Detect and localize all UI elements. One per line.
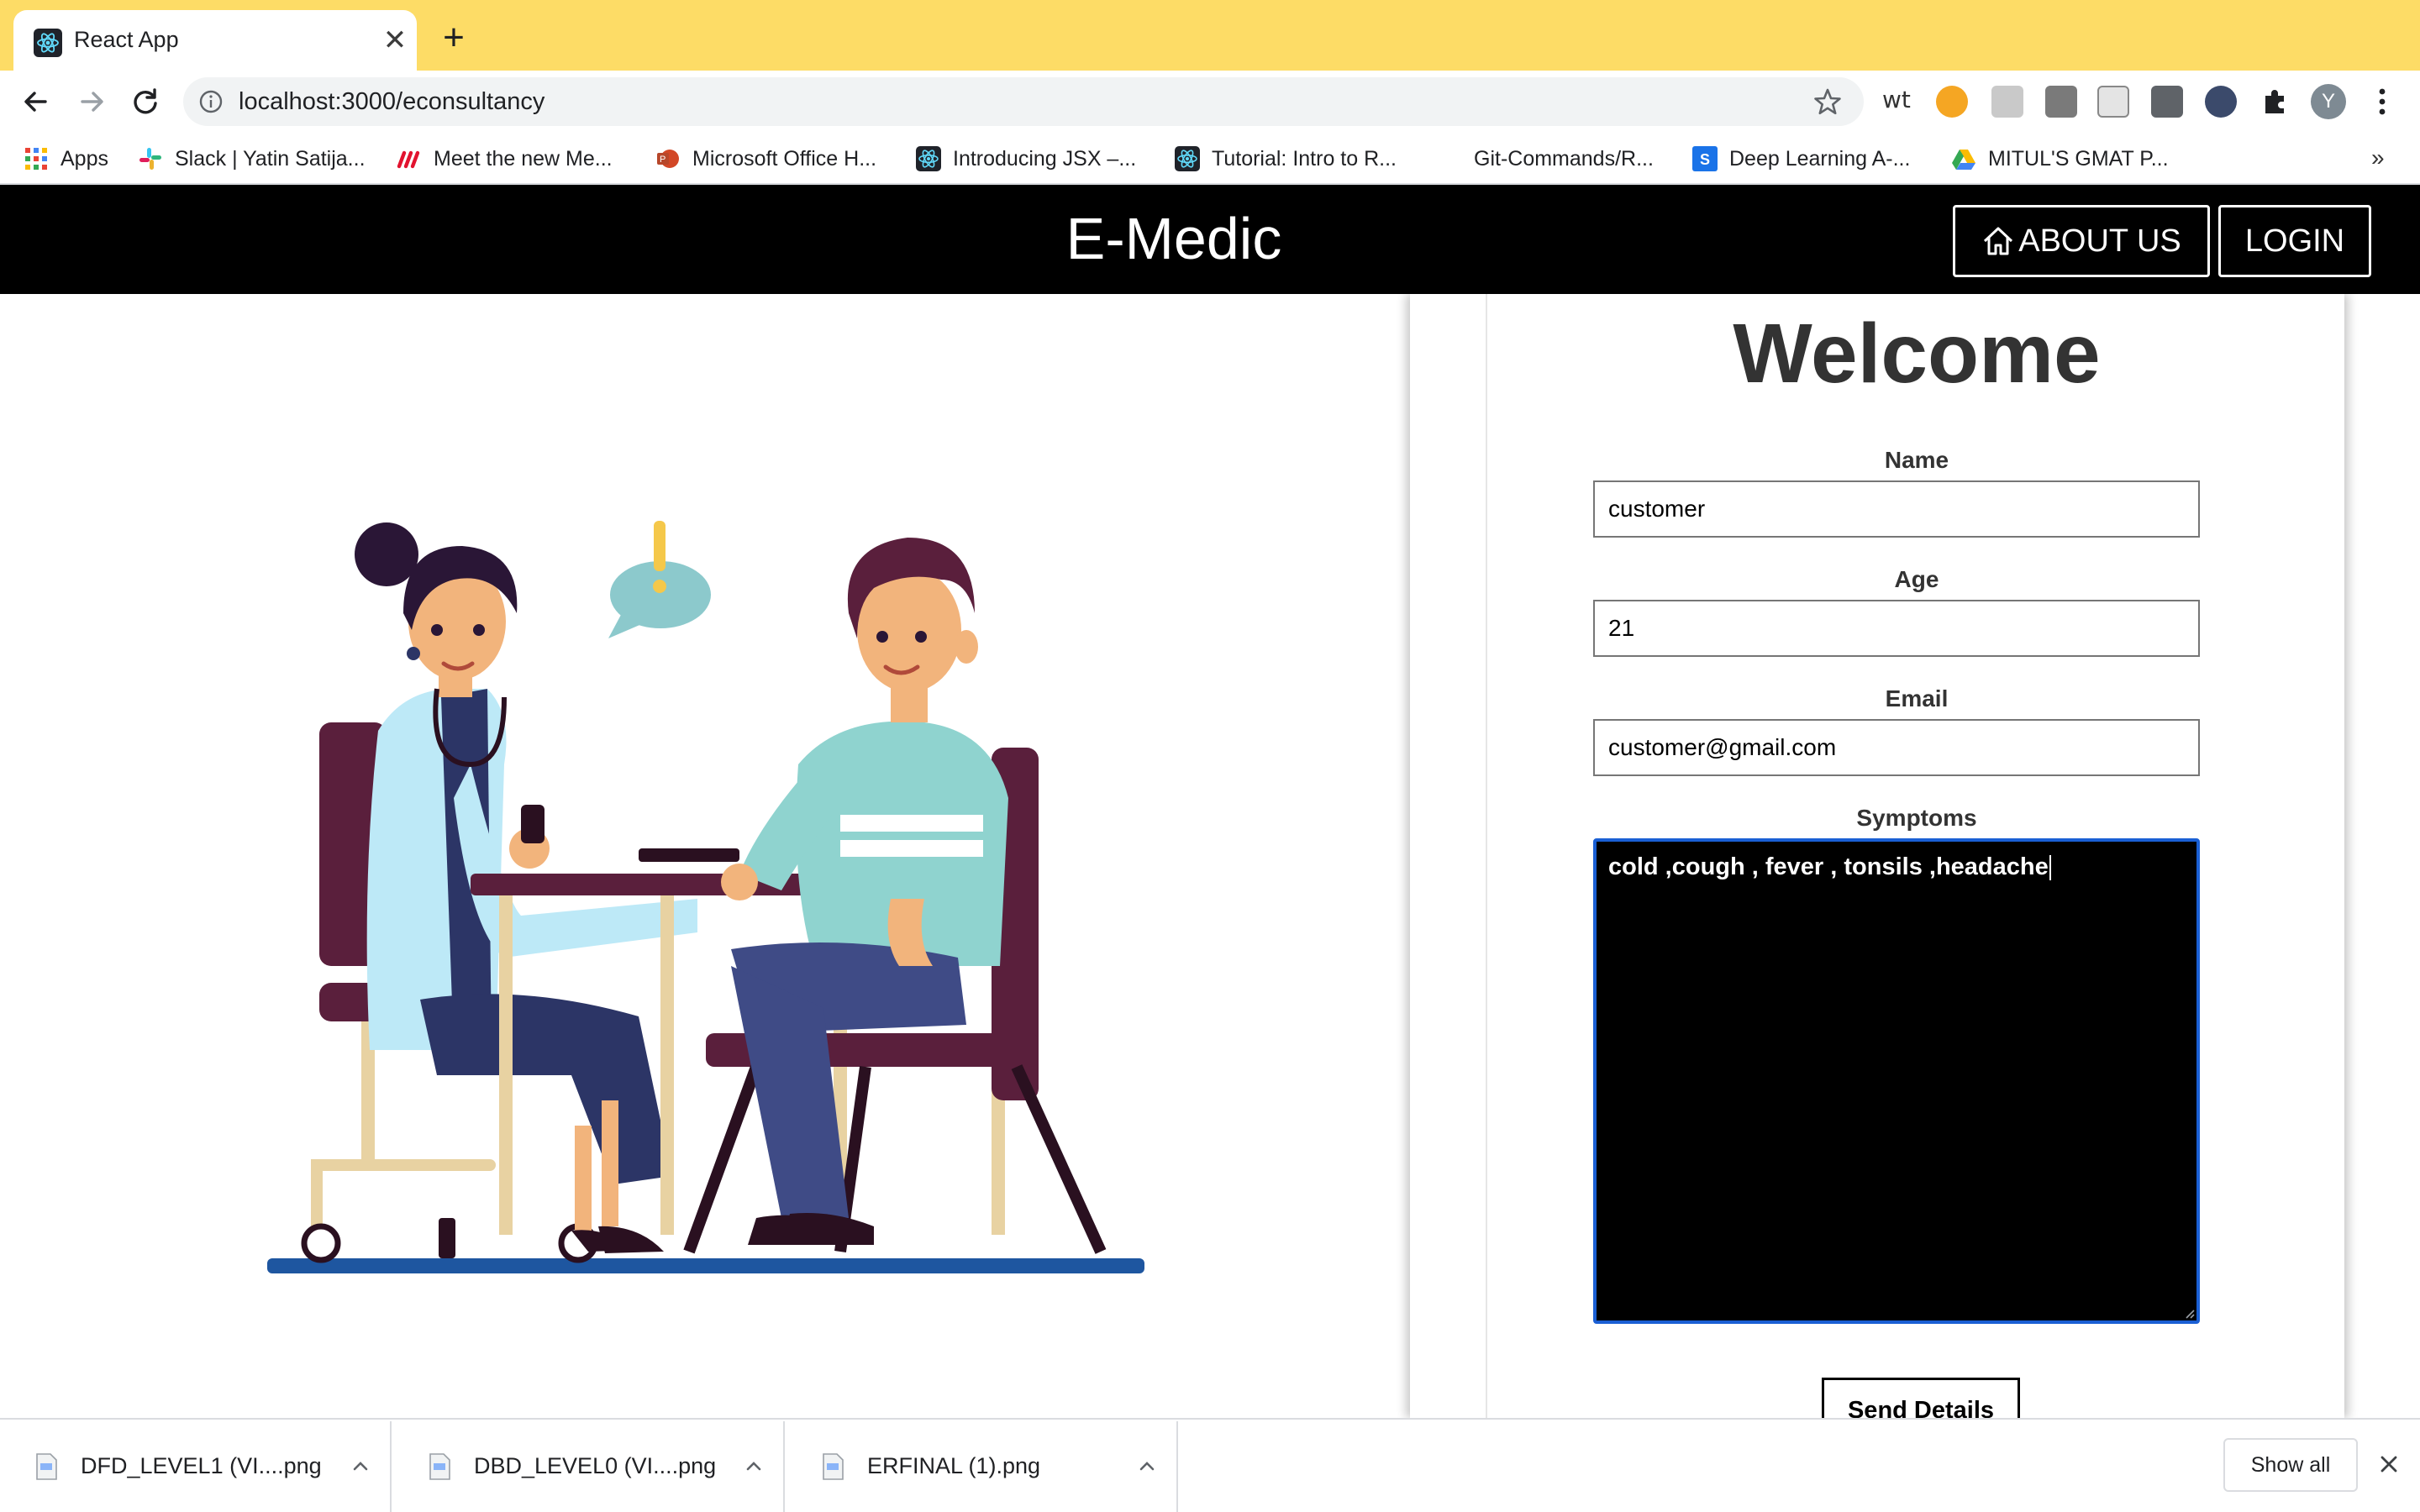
- download-item[interactable]: DFD_LEVEL1 (VI....png: [0, 1421, 392, 1512]
- browser-tab-strip: React App ✕ +: [0, 0, 2420, 71]
- bookmark-tutorial-react[interactable]: Tutorial: Intro to R...: [1175, 143, 1397, 175]
- login-label: LOGIN: [2244, 223, 2345, 259]
- bookmark-monday[interactable]: Meet the new Me...: [397, 143, 613, 175]
- browser-menu-icon[interactable]: [2371, 84, 2393, 119]
- tab-title: React App: [74, 27, 179, 52]
- bookmark-gmat[interactable]: MITUL'S GMAT P...: [1951, 143, 2169, 175]
- extension-chat-icon[interactable]: [2151, 86, 2183, 118]
- main-content: Welcome Name customer Age 21 Email custo…: [0, 294, 2420, 1418]
- bookmark-star-icon[interactable]: [1813, 87, 1842, 116]
- forward-arrow-icon[interactable]: [72, 82, 111, 121]
- resize-handle-icon[interactable]: [2183, 1307, 2195, 1319]
- chevron-up-icon[interactable]: [346, 1452, 375, 1480]
- bookmark-label: Slack | Yatin Satija...: [175, 146, 366, 171]
- name-label: Name: [1884, 447, 1949, 473]
- app-header: E-Medic ABOUT US LOGIN: [0, 185, 2420, 294]
- age-field[interactable]: 21: [1593, 600, 2200, 657]
- bookmark-label: Deep Learning A-...: [1729, 146, 1911, 171]
- wt-extension-icon[interactable]: wt: [1882, 86, 1911, 113]
- bookmark-label: Git-Commands/R...: [1474, 146, 1654, 171]
- consultation-form-card: Welcome Name customer Age 21 Email custo…: [1410, 294, 2344, 1418]
- react-icon: [34, 29, 62, 57]
- react-icon: [916, 146, 941, 171]
- bookmark-label: Introducing JSX –...: [953, 146, 1137, 171]
- info-icon[interactable]: [198, 89, 224, 114]
- react-icon: [1175, 146, 1200, 171]
- close-icon[interactable]: [2375, 1450, 2403, 1478]
- about-us-label: ABOUT US: [2018, 223, 2181, 259]
- bookmarks-bar: Apps Slack | Yatin Satija... Meet the ne…: [0, 133, 2420, 185]
- bookmark-label: Microsoft Office H...: [692, 146, 877, 171]
- tab-react-app[interactable]: React App ✕: [13, 10, 417, 71]
- drive-icon: [1952, 150, 1975, 170]
- bookmark-label: MITUL'S GMAT P...: [1988, 146, 2169, 171]
- email-label: Email: [1885, 685, 1949, 711]
- svg-text:P: P: [660, 155, 666, 165]
- bookmark-office[interactable]: P Microsoft Office H...: [655, 143, 876, 175]
- extension-notes-icon[interactable]: [2097, 86, 2129, 118]
- extension-es-icon[interactable]: [2045, 86, 2077, 118]
- download-filename: DBD_LEVEL0 (VI....png: [474, 1453, 717, 1478]
- bookmark-label: Tutorial: Intro to R...: [1212, 146, 1397, 171]
- symptoms-label: Symptoms: [1856, 805, 1977, 831]
- downloads-bar: DFD_LEVEL1 (VI....png DBD_LEVEL0 (VI....…: [0, 1418, 2420, 1512]
- slack-icon: [139, 148, 161, 170]
- office-icon: P: [657, 150, 679, 168]
- download-item[interactable]: ERFINAL (1).png: [786, 1421, 1178, 1512]
- about-us-button[interactable]: ABOUT US: [1953, 205, 2210, 277]
- back-arrow-icon[interactable]: [17, 82, 55, 121]
- tab-close-icon[interactable]: ✕: [378, 24, 412, 57]
- svg-text:S: S: [1700, 151, 1710, 168]
- extension-grey-icon[interactable]: [1991, 86, 2023, 118]
- new-tab-icon[interactable]: +: [437, 19, 471, 56]
- bookmarks-overflow-icon[interactable]: »: [2371, 144, 2385, 171]
- name-field[interactable]: customer: [1593, 480, 2200, 538]
- bookmark-git-commands[interactable]: Git-Commands/R...: [1474, 143, 1654, 175]
- text-caret: [2049, 855, 2051, 881]
- png-file-icon: [823, 1453, 844, 1480]
- send-details-button[interactable]: Send Details: [1822, 1378, 2020, 1418]
- download-item[interactable]: DBD_LEVEL0 (VI....png: [393, 1421, 785, 1512]
- bookmark-introducing-jsx[interactable]: Introducing JSX –...: [916, 143, 1136, 175]
- login-button[interactable]: LOGIN: [2218, 205, 2371, 277]
- bookmark-apps[interactable]: Apps: [24, 143, 108, 175]
- png-file-icon: [36, 1453, 57, 1480]
- age-label: Age: [1894, 566, 1939, 592]
- email-field[interactable]: customer@gmail.com: [1593, 719, 2200, 776]
- extension-orange-icon[interactable]: [1936, 86, 1968, 118]
- download-filename: DFD_LEVEL1 (VI....png: [81, 1453, 322, 1478]
- address-bar[interactable]: localhost:3000/econsultancy: [183, 77, 1864, 126]
- chevron-up-icon[interactable]: [739, 1452, 768, 1480]
- bookmark-label: Apps: [60, 146, 108, 171]
- browser-toolbar: localhost:3000/econsultancy wt Y: [0, 71, 2420, 133]
- url-text[interactable]: localhost:3000/econsultancy: [239, 88, 544, 116]
- apps-grid-icon: [25, 148, 47, 170]
- extension-cursor-icon[interactable]: [2205, 86, 2237, 118]
- monday-icon: [397, 150, 420, 169]
- symptoms-textarea[interactable]: cold ,cough , fever , tonsils ,headache: [1593, 838, 2200, 1324]
- symptoms-text: cold ,cough , fever , tonsils ,headache: [1608, 853, 2049, 880]
- reload-icon[interactable]: [126, 82, 165, 121]
- welcome-heading: Welcome: [1733, 307, 2101, 401]
- profile-avatar[interactable]: Y: [2311, 84, 2346, 119]
- home-icon: [1984, 227, 2013, 255]
- chevron-up-icon[interactable]: [1133, 1452, 1161, 1480]
- show-all-button[interactable]: Show all: [2223, 1438, 2358, 1492]
- download-filename: ERFINAL (1).png: [867, 1453, 1041, 1478]
- show-all-label: Show all: [2250, 1452, 2331, 1477]
- png-file-icon: [429, 1453, 450, 1480]
- bookmark-deep-learning[interactable]: S Deep Learning A-...: [1692, 143, 1910, 175]
- bookmark-slack[interactable]: Slack | Yatin Satija...: [138, 143, 366, 175]
- send-details-label: Send Details: [1847, 1397, 1995, 1418]
- bookmark-label: Meet the new Me...: [434, 146, 613, 171]
- consultation-form: Welcome Name customer Age 21 Email custo…: [1486, 294, 2344, 1418]
- doctor-patient-illustration: [267, 521, 1144, 1273]
- s-icon: S: [1692, 146, 1718, 171]
- extensions-puzzle-icon[interactable]: [2259, 86, 2291, 118]
